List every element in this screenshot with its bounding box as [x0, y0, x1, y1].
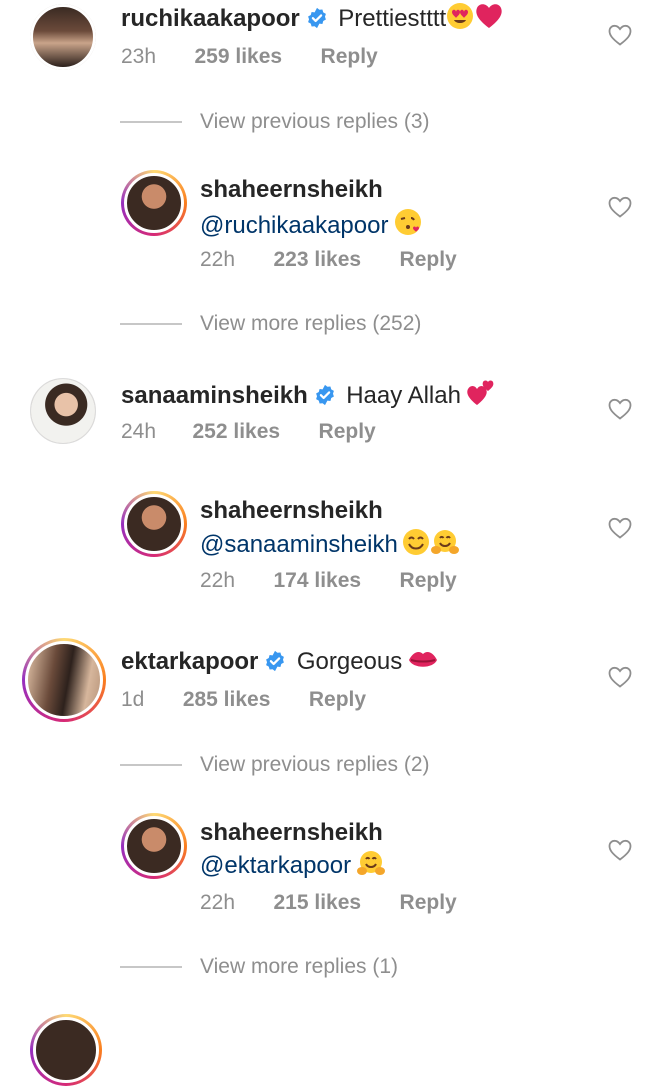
comment-meta: 23h 259 likes Reply [121, 45, 378, 69]
avatar[interactable] [30, 4, 96, 70]
reply-button[interactable]: Reply [319, 420, 376, 443]
like-heart-icon[interactable] [608, 839, 632, 861]
heart-eyes-emoji-icon [446, 2, 474, 35]
reply-mention-link[interactable]: @ektarkapoor [200, 852, 351, 879]
reply-mention-link[interactable]: @sanaaminsheikh [200, 531, 398, 558]
comment-meta: 24h 252 likes Reply [121, 420, 376, 444]
avatar[interactable] [30, 1014, 102, 1086]
comment-text: Prettiestttt [338, 5, 447, 32]
comment-line: sanaaminsheikh Haay Allah [121, 377, 497, 412]
reply-time: 22h [200, 891, 236, 914]
reply-likes[interactable]: 215 likes [274, 891, 362, 914]
verified-badge-icon [315, 384, 334, 406]
reply-meta: 22h 223 likes Reply [200, 248, 457, 272]
view-more-replies-link[interactable]: View more replies (1) [200, 955, 398, 979]
comment-line: ektarkapoor Gorgeous [121, 647, 439, 678]
avatar[interactable] [121, 813, 187, 879]
reply-line: @ektarkapoor [200, 849, 386, 882]
reply-mention-link[interactable]: @ruchikaakapoor [200, 212, 388, 239]
view-more-replies-link[interactable]: View more replies (252) [200, 312, 421, 336]
like-heart-icon[interactable] [608, 666, 632, 688]
reply-button[interactable]: Reply [321, 45, 378, 68]
divider-line [120, 764, 182, 766]
red-heart-emoji-icon [474, 2, 504, 35]
hugging-face-emoji-icon [430, 528, 460, 561]
comment-likes[interactable]: 252 likes [193, 420, 281, 443]
comment-likes[interactable]: 285 likes [183, 688, 271, 711]
comment-line: ruchikaakapoor Prettiestttt [121, 2, 504, 35]
reply-likes[interactable]: 223 likes [274, 248, 362, 271]
reply-meta: 22h 174 likes Reply [200, 569, 457, 593]
two-hearts-emoji-icon [465, 377, 497, 412]
divider-line [120, 121, 182, 123]
smiling-face-emoji-icon [402, 528, 430, 561]
reply-username[interactable]: shaheernsheikh [200, 176, 383, 204]
divider-line [120, 966, 182, 968]
reply-button[interactable]: Reply [309, 688, 366, 711]
reply-button[interactable]: Reply [400, 891, 457, 914]
like-heart-icon[interactable] [608, 196, 632, 218]
reply-likes[interactable]: 174 likes [274, 569, 362, 592]
comment-username[interactable]: ektarkapoor [121, 648, 258, 675]
comment-username[interactable]: sanaaminsheikh [121, 382, 308, 409]
view-previous-replies-link[interactable]: View previous replies (3) [200, 110, 430, 134]
comment-meta: 1d 285 likes Reply [121, 688, 366, 712]
like-heart-icon[interactable] [608, 24, 632, 46]
reply-line: @ruchikaakapoor [200, 207, 423, 242]
avatar[interactable] [22, 638, 106, 722]
reply-meta: 22h 215 likes Reply [200, 891, 457, 915]
reply-username[interactable]: shaheernsheikh [200, 819, 383, 847]
kissing-face-emoji-icon [393, 207, 423, 242]
verified-badge-icon [266, 650, 285, 672]
comment-text: Gorgeous [296, 648, 403, 675]
avatar[interactable] [121, 170, 187, 236]
reply-username[interactable]: shaheernsheikh [200, 497, 383, 525]
avatar[interactable] [30, 378, 96, 444]
divider-line [120, 323, 182, 325]
verified-badge-icon [307, 7, 326, 29]
reply-button[interactable]: Reply [400, 569, 457, 592]
hugging-face-emoji-icon [356, 849, 386, 882]
comment-time: 24h [121, 420, 157, 443]
comment-text: Haay Allah [346, 382, 461, 409]
comment-time: 1d [121, 688, 145, 711]
reply-time: 22h [200, 569, 236, 592]
avatar[interactable] [121, 491, 187, 557]
reply-line: @sanaaminsheikh [200, 528, 460, 561]
reply-time: 22h [200, 248, 236, 271]
like-heart-icon[interactable] [608, 517, 632, 539]
kiss-mark-emoji-icon [407, 647, 439, 678]
comment-likes[interactable]: 259 likes [195, 45, 283, 68]
view-previous-replies-link[interactable]: View previous replies (2) [200, 753, 430, 777]
reply-button[interactable]: Reply [400, 248, 457, 271]
comment-username[interactable]: ruchikaakapoor [121, 5, 300, 32]
comment-time: 23h [121, 45, 157, 68]
like-heart-icon[interactable] [608, 398, 632, 420]
